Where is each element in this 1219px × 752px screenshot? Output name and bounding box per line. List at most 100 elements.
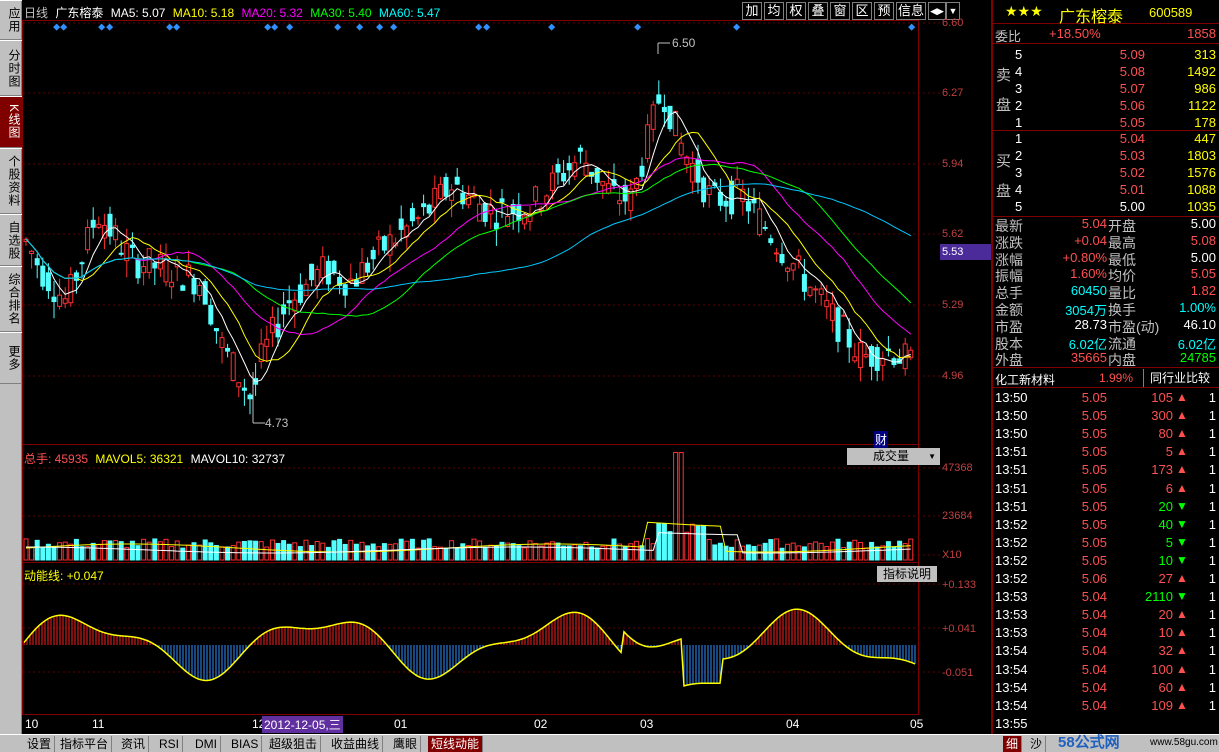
bottom-tab-news[interactable]: 资讯: [118, 736, 150, 752]
candle-body: [230, 352, 236, 382]
volume-bar: [219, 546, 225, 561]
candle-body: [829, 303, 835, 321]
volume-bar: [869, 541, 875, 561]
tick-time: 13:54: [995, 697, 1028, 713]
tick-time: 13:50: [995, 408, 1028, 424]
toolbar-window[interactable]: 窗: [830, 2, 850, 20]
volume-bar: [163, 538, 169, 561]
stat-value: 5.00: [1190, 216, 1216, 231]
bottom-tab-indicator-platform[interactable]: 指标平台: [57, 736, 113, 752]
tab-apps[interactable]: 应用: [0, 0, 22, 40]
bottom-tab-rsi[interactable]: RSI: [156, 736, 184, 752]
industry-compare-button[interactable]: 同行业比较: [1143, 369, 1210, 387]
tick-time: 13:53: [995, 589, 1028, 605]
candle-body: [785, 267, 791, 272]
weibi-row: 委比 +18.50% 1858: [993, 26, 1219, 44]
finance-marker[interactable]: 财: [874, 431, 889, 448]
candle-body: [169, 281, 175, 288]
tick-list[interactable]: 13:50 5.05 105 ▲ 1 13:50 5.05 300 ▲ 1 13:50 5.05 80 ▲…: [993, 389, 1219, 734]
volume-bar: [208, 542, 214, 561]
candle-body: [320, 256, 326, 279]
toolbar-overlay[interactable]: 叠: [808, 2, 828, 20]
sell-level: 1: [1015, 115, 1023, 130]
sell-volume: 986: [1194, 81, 1216, 96]
tick-price: 5.04: [1081, 661, 1107, 677]
tab-watchlist[interactable]: 自选股: [0, 214, 22, 266]
tick-count: 1: [1208, 552, 1216, 568]
tick-time: 13:53: [995, 607, 1028, 623]
volume-bar: [247, 540, 253, 561]
volume-select-label: 成交量: [873, 449, 910, 463]
bottom-tab-dmi[interactable]: DMI: [192, 736, 221, 752]
tick-volume: 100: [1151, 661, 1173, 677]
candle-body: [477, 203, 483, 222]
tick-volume: 40: [1158, 516, 1173, 532]
sell-volume: 313: [1194, 47, 1216, 62]
mavol10-label: MAVOL10: 32737: [190, 452, 286, 466]
candle-body: [62, 298, 68, 304]
toolbar-range[interactable]: 区: [852, 2, 872, 20]
industry-row: 化工新材料 1.99% 同行业比较: [993, 369, 1219, 388]
quote-stats: 最新 5.04 开盘 5.00 涨跌 +0.04 最高 5.08 涨幅 +0.80% 最低 5.00 振…: [993, 216, 1219, 368]
bottom-tab-settings[interactable]: 设置: [24, 736, 56, 752]
arrow-up-icon: ▲: [1176, 661, 1188, 676]
volume-bar: [443, 547, 449, 561]
tick-count: 1: [1208, 444, 1216, 460]
industry-name[interactable]: 化工新材料: [995, 371, 1055, 388]
bottom-tab-short-momentum[interactable]: 短线动能: [428, 736, 484, 752]
bottom-tab-detail[interactable]: 细: [1003, 736, 1023, 752]
volume-bar: [51, 546, 57, 561]
volume-bar: [673, 451, 679, 561]
candle-body: [717, 191, 723, 206]
tab-kline[interactable]: K线图: [0, 96, 22, 148]
candle-body: [68, 274, 74, 304]
candle-body: [757, 208, 763, 236]
tick-volume: 27: [1158, 571, 1173, 586]
volume-bar: [286, 543, 292, 561]
event-marker: [98, 23, 106, 31]
candle-body: [852, 356, 858, 362]
bottom-tab-profit-curve[interactable]: 收益曲线: [328, 736, 384, 752]
kline-chart-area[interactable]: 日线 广东榕泰 MA5: 5.07 MA10: 5.18 MA20: 5.32 …: [22, 0, 992, 734]
volume-bar: [729, 546, 735, 561]
toolbar-forecast[interactable]: 预: [874, 2, 894, 20]
volume-bar: [460, 543, 466, 561]
bottom-tab-sand[interactable]: 沙: [1027, 736, 1047, 752]
event-marker: [390, 23, 398, 31]
buy-book: 买盘 1 5.04 447 2 5.03 1803 3 5.02 1576 4 5.01 1088 5 5…: [993, 131, 1219, 217]
arrow-down-icon: ▼: [1176, 552, 1188, 567]
volume-bar: [303, 539, 309, 561]
toolbar-avg[interactable]: 均: [764, 2, 784, 20]
arrow-up-icon: ▲: [1176, 426, 1188, 441]
indicator-tick: +0.133: [942, 579, 976, 591]
tick-count: 1: [1208, 679, 1216, 695]
ma30-label: MA30: 5.40: [310, 6, 372, 20]
arrow-up-icon: ▲: [1176, 462, 1188, 477]
candle-body: [645, 124, 651, 159]
bottom-tab-bias[interactable]: BIAS: [228, 736, 263, 752]
candle-body: [790, 263, 796, 271]
tab-more[interactable]: 更多: [0, 332, 22, 384]
toolbar-rights[interactable]: 权: [786, 2, 806, 20]
volume-bar: [824, 546, 830, 561]
price-tick: 5.94: [942, 158, 964, 170]
bottom-tab-super-snipe[interactable]: 超级狙击: [266, 736, 322, 752]
candle-body: [880, 358, 886, 366]
buy-level: 5: [1015, 199, 1023, 214]
bottom-tab-eagle-eye[interactable]: 鹰眼: [390, 736, 422, 752]
tick-count: 1: [1208, 390, 1216, 405]
tick-price: 5.05: [1081, 408, 1107, 424]
candle-body: [835, 307, 841, 342]
event-marker: [106, 23, 114, 31]
event-marker: [173, 23, 181, 31]
event-marker: [271, 23, 279, 31]
indicator-help-button[interactable]: 指标说明: [877, 566, 937, 582]
tab-intraday[interactable]: 分时图: [0, 40, 22, 96]
tab-ranking[interactable]: 综合排名: [0, 266, 22, 332]
toolbar-info[interactable]: 信息: [896, 2, 926, 20]
candle-body: [499, 198, 505, 203]
volume-indicator-select[interactable]: 成交量 ▼: [847, 448, 940, 465]
toolbar-add[interactable]: 加: [742, 2, 762, 20]
stat-value: 24785: [1179, 350, 1216, 366]
tab-stock-info[interactable]: 个股资料: [0, 148, 22, 214]
